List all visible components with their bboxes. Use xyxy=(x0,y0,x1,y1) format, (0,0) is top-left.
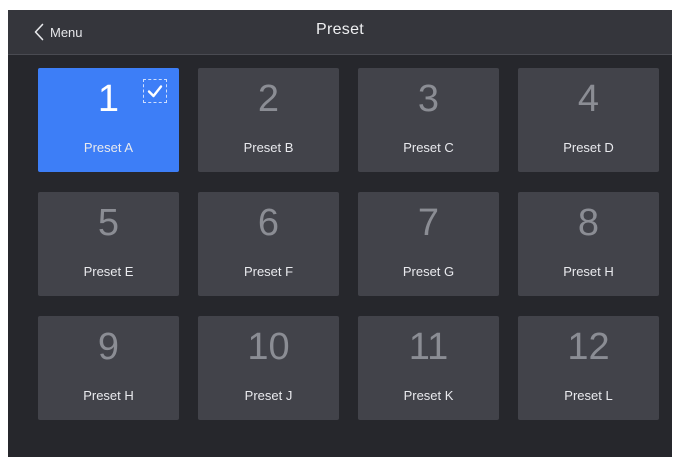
preset-tile-4[interactable]: 4 Preset D xyxy=(518,68,659,172)
preset-number: 6 xyxy=(257,202,280,244)
header-bar: Menu Preset xyxy=(8,10,672,55)
preset-label: Preset J xyxy=(244,388,293,403)
preset-label: Preset H xyxy=(83,388,134,403)
preset-number: 3 xyxy=(417,78,440,120)
preset-tile-8[interactable]: 8 Preset H xyxy=(518,192,659,296)
preset-tile-10[interactable]: 10 Preset J xyxy=(198,316,339,420)
preset-label: Preset K xyxy=(403,388,454,403)
selected-checkbox[interactable] xyxy=(143,79,167,103)
preset-number: 5 xyxy=(97,202,120,244)
preset-label: Preset H xyxy=(563,264,614,279)
preset-screen: Menu Preset 1 Preset A 2 Preset B 3 Pres… xyxy=(8,10,672,457)
preset-tile-11[interactable]: 11 Preset K xyxy=(358,316,499,420)
preset-number: 12 xyxy=(567,326,610,368)
preset-tile-3[interactable]: 3 Preset C xyxy=(358,68,499,172)
preset-number: 4 xyxy=(577,78,600,120)
preset-label: Preset G xyxy=(402,264,455,279)
preset-label: Preset D xyxy=(563,140,614,155)
preset-number: 9 xyxy=(97,326,120,368)
preset-label: Preset C xyxy=(403,140,454,155)
page-title: Preset xyxy=(315,21,365,38)
preset-number: 7 xyxy=(417,202,440,244)
preset-tile-12[interactable]: 12 Preset L xyxy=(518,316,659,420)
preset-label: Preset L xyxy=(564,388,613,403)
preset-label: Preset E xyxy=(83,264,134,279)
preset-tile-5[interactable]: 5 Preset E xyxy=(38,192,179,296)
preset-number: 11 xyxy=(408,326,449,368)
preset-tile-7[interactable]: 7 Preset G xyxy=(358,192,499,296)
preset-tile-6[interactable]: 6 Preset F xyxy=(198,192,339,296)
preset-number: 10 xyxy=(247,326,290,368)
preset-number: 8 xyxy=(577,202,600,244)
preset-number: 2 xyxy=(257,78,280,120)
preset-label: Preset B xyxy=(243,140,294,155)
preset-label: Preset A xyxy=(83,140,134,155)
preset-tile-1[interactable]: 1 Preset A xyxy=(38,68,179,172)
preset-tile-9[interactable]: 9 Preset H xyxy=(38,316,179,420)
preset-tile-2[interactable]: 2 Preset B xyxy=(198,68,339,172)
preset-label: Preset F xyxy=(243,264,294,279)
